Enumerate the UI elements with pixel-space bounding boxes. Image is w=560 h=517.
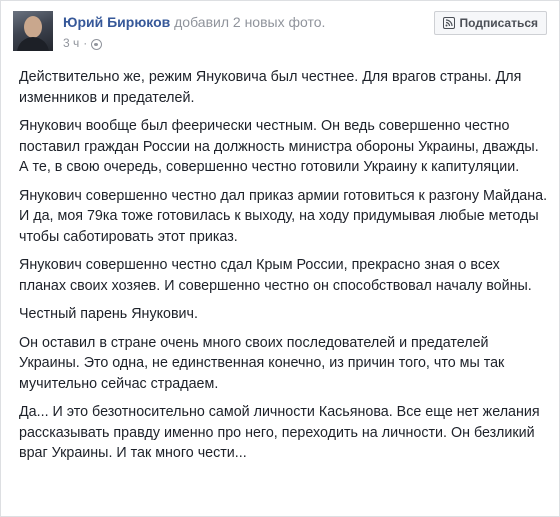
post-timestamp[interactable]: 3 ч	[63, 35, 79, 51]
post-paragraph: Янукович совершенно честно сдал Крым Рос…	[19, 257, 532, 294]
follow-label: Подписаться	[459, 16, 538, 30]
globe-icon[interactable]	[91, 38, 103, 50]
post-card: Юрий Бирюков добавил 2 новых фото. 3 ч ·…	[0, 0, 560, 517]
post-meta: 3 ч ·	[63, 35, 103, 51]
follow-button[interactable]: Подписаться	[433, 11, 547, 35]
author-line: Юрий Бирюков добавил 2 новых фото.	[63, 13, 325, 31]
post-paragraph: Да... И это безотносительно самой личнос…	[19, 404, 540, 461]
post-header: Юрий Бирюков добавил 2 новых фото. 3 ч ·…	[13, 11, 547, 55]
post-paragraph: Действительно же, режим Януковича был че…	[19, 69, 522, 106]
post-paragraph: Честный парень Янукович.	[19, 306, 198, 322]
meta-separator: ·	[83, 36, 88, 50]
author-name-link[interactable]: Юрий Бирюков	[63, 14, 170, 30]
post-paragraph: Янукович совершенно честно дал приказ ар…	[19, 187, 548, 245]
post-paragraph: Янукович вообще был феерически честным. …	[19, 118, 539, 175]
post-paragraph: Он оставил в стране очень много своих по…	[19, 334, 505, 392]
author-avatar[interactable]	[13, 11, 53, 51]
post-body: Действительно же, режим Януковича был че…	[19, 67, 549, 472]
post-action-text: добавил 2 новых фото.	[174, 14, 326, 30]
rss-icon	[442, 17, 455, 29]
